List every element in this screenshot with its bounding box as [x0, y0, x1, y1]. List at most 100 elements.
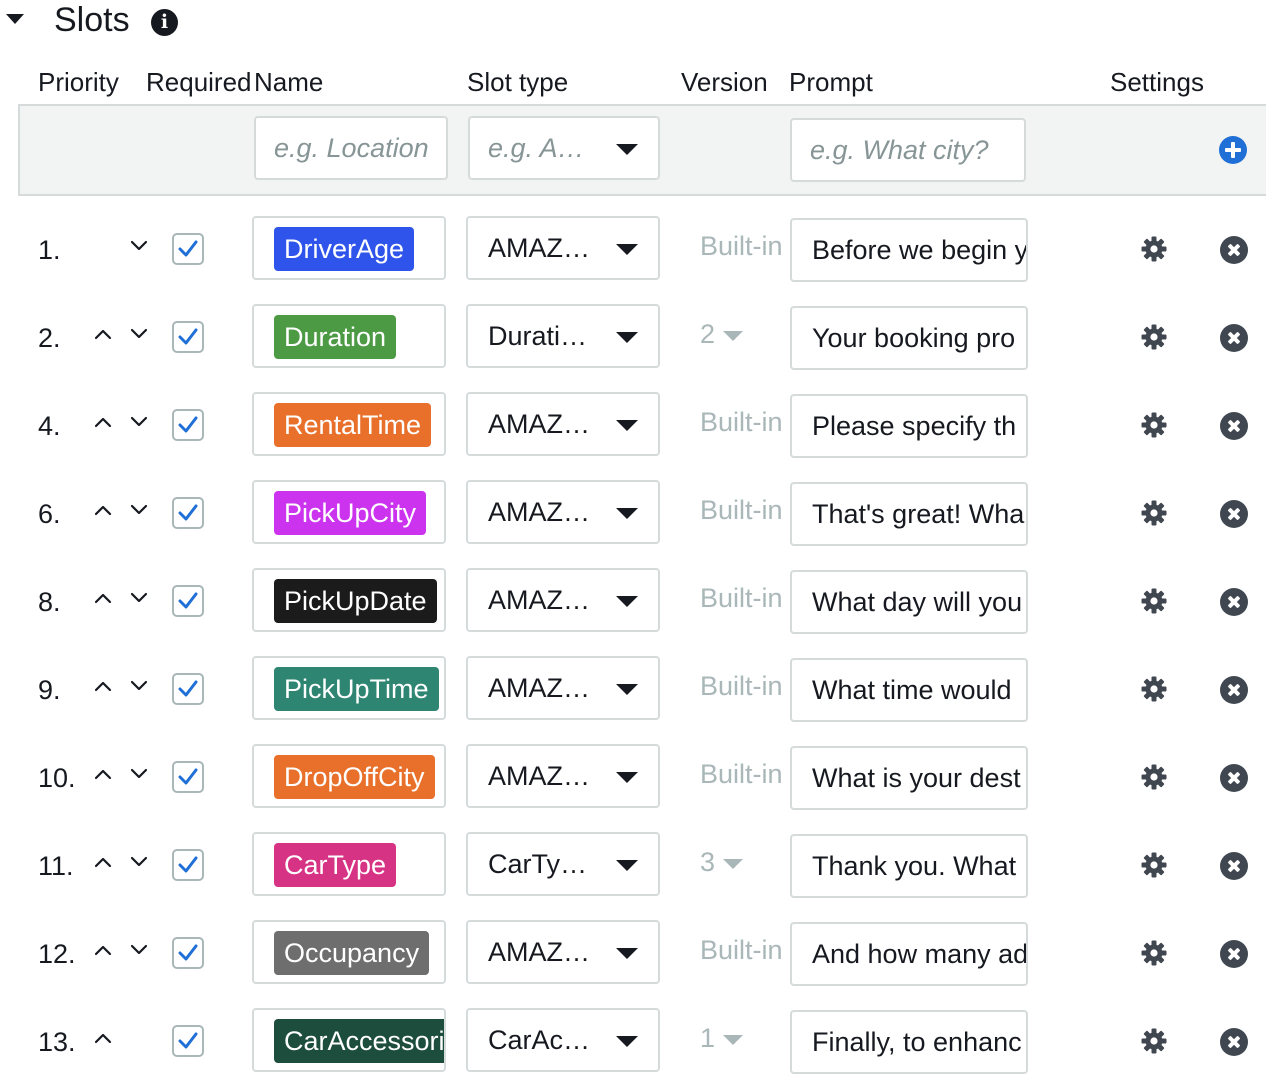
remove-circle-icon[interactable]: [1220, 236, 1248, 264]
slot-name-field[interactable]: RentalTime: [252, 392, 446, 456]
gear-icon[interactable]: [1140, 1027, 1168, 1055]
info-icon[interactable]: i: [151, 9, 178, 36]
move-up-chevron-icon[interactable]: [94, 416, 112, 432]
slot-version: Built-in: [700, 670, 783, 702]
slot-name-field[interactable]: Occupancy: [252, 920, 446, 984]
required-checkbox[interactable]: [172, 233, 204, 265]
new-slot-type-select[interactable]: e.g. A…: [468, 116, 660, 180]
move-down-chevron-icon[interactable]: [130, 856, 148, 872]
slot-name-field[interactable]: CarAccessories: [252, 1008, 446, 1072]
column-header-prompt: Prompt: [789, 67, 873, 97]
required-checkbox[interactable]: [172, 321, 204, 353]
move-down-chevron-icon[interactable]: [130, 328, 148, 344]
gear-icon[interactable]: [1140, 235, 1168, 263]
gear-icon[interactable]: [1140, 499, 1168, 527]
move-down-chevron-icon[interactable]: [130, 768, 148, 784]
slot-prompt-input[interactable]: Please specify th: [790, 394, 1028, 458]
slot-name-field[interactable]: PickUpTime: [252, 656, 446, 720]
slot-type-select[interactable]: CarAc…: [466, 1008, 660, 1072]
remove-circle-icon[interactable]: [1220, 764, 1248, 792]
new-slot-prompt-input[interactable]: e.g. What city?: [790, 118, 1026, 182]
gear-icon[interactable]: [1140, 763, 1168, 791]
slots-section-header[interactable]: Slots i: [0, 0, 400, 44]
remove-circle-icon[interactable]: [1220, 324, 1248, 352]
gear-icon[interactable]: [1140, 587, 1168, 615]
move-up-chevron-icon[interactable]: [94, 944, 112, 960]
slot-type-select[interactable]: AMAZ…: [466, 216, 660, 280]
remove-circle-icon[interactable]: [1220, 588, 1248, 616]
move-down-chevron-icon[interactable]: [130, 504, 148, 520]
move-down-chevron-icon[interactable]: [130, 680, 148, 696]
gear-icon[interactable]: [1140, 851, 1168, 879]
move-up-chevron-icon[interactable]: [94, 856, 112, 872]
slot-version[interactable]: 2: [700, 318, 744, 350]
slot-row: 4. RentalTime AMAZ… Built-in Please specify …: [0, 392, 1266, 480]
slot-type-select[interactable]: AMAZ…: [466, 656, 660, 720]
remove-circle-icon[interactable]: [1220, 1028, 1248, 1056]
remove-circle-icon[interactable]: [1220, 852, 1248, 880]
move-down-chevron-icon[interactable]: [130, 416, 148, 432]
version-dropdown-arrow-icon[interactable]: [723, 1034, 744, 1045]
slot-prompt-input[interactable]: Thank you. What: [790, 834, 1028, 898]
version-dropdown-arrow-icon[interactable]: [723, 330, 744, 341]
slot-prompt-input[interactable]: What is your dest: [790, 746, 1028, 810]
slot-type-select[interactable]: AMAZ…: [466, 392, 660, 456]
required-checkbox[interactable]: [172, 761, 204, 793]
move-up-chevron-icon[interactable]: [94, 328, 112, 344]
slot-name-field[interactable]: PickUpCity: [252, 480, 446, 544]
plus-circle-icon[interactable]: [1219, 136, 1247, 164]
move-up-chevron-icon[interactable]: [94, 768, 112, 784]
remove-circle-icon[interactable]: [1220, 500, 1248, 528]
slot-prompt-text: What time would: [812, 675, 1012, 705]
slot-type-select[interactable]: AMAZ…: [466, 744, 660, 808]
slot-priority: 10.: [38, 763, 76, 793]
slot-name-field[interactable]: DriverAge: [252, 216, 446, 280]
remove-circle-icon[interactable]: [1220, 940, 1248, 968]
new-slot-name-input[interactable]: e.g. Location: [254, 116, 448, 180]
move-up-chevron-icon[interactable]: [94, 592, 112, 608]
gear-icon[interactable]: [1140, 323, 1168, 351]
slot-type-select[interactable]: AMAZ…: [466, 920, 660, 984]
slot-type-select[interactable]: AMAZ…: [466, 568, 660, 632]
required-checkbox[interactable]: [172, 585, 204, 617]
move-down-chevron-icon[interactable]: [130, 240, 148, 256]
slot-type-select[interactable]: CarTy…: [466, 832, 660, 896]
slot-prompt-input[interactable]: And how many ad: [790, 922, 1028, 986]
slot-row: 10. DropOffCity AMAZ… Built-in What is your …: [0, 744, 1266, 832]
move-down-chevron-icon[interactable]: [130, 592, 148, 608]
remove-circle-icon[interactable]: [1220, 676, 1248, 704]
slot-prompt-input[interactable]: Finally, to enhanc: [790, 1010, 1028, 1074]
gear-icon[interactable]: [1140, 675, 1168, 703]
slot-prompt-text: Thank you. What: [812, 851, 1017, 881]
slot-prompt-input[interactable]: That's great! Wha: [790, 482, 1028, 546]
slot-name-field[interactable]: PickUpDate: [252, 568, 446, 632]
slot-prompt-input[interactable]: Before we begin y: [790, 218, 1028, 282]
slot-name-field[interactable]: CarType: [252, 832, 446, 896]
required-checkbox[interactable]: [172, 1025, 204, 1057]
slot-version[interactable]: 3: [700, 846, 744, 878]
slot-priority: 12.: [38, 939, 76, 969]
slot-name-field[interactable]: DropOffCity: [252, 744, 446, 808]
required-checkbox[interactable]: [172, 673, 204, 705]
required-checkbox[interactable]: [172, 409, 204, 441]
slot-type-select[interactable]: AMAZ…: [466, 480, 660, 544]
move-down-chevron-icon[interactable]: [130, 944, 148, 960]
remove-circle-icon[interactable]: [1220, 412, 1248, 440]
slot-type-select[interactable]: Durati…: [466, 304, 660, 368]
slot-name-field[interactable]: Duration: [252, 304, 446, 368]
slot-version[interactable]: 1: [700, 1022, 744, 1054]
slot-prompt-input[interactable]: Your booking pro: [790, 306, 1028, 370]
gear-icon[interactable]: [1140, 411, 1168, 439]
required-checkbox[interactable]: [172, 497, 204, 529]
caret-down-icon[interactable]: [6, 14, 24, 24]
slot-priority: 4.: [38, 411, 61, 441]
required-checkbox[interactable]: [172, 937, 204, 969]
slot-prompt-input[interactable]: What time would: [790, 658, 1028, 722]
move-up-chevron-icon[interactable]: [94, 680, 112, 696]
slot-prompt-input[interactable]: What day will you: [790, 570, 1028, 634]
version-dropdown-arrow-icon[interactable]: [723, 858, 744, 869]
move-up-chevron-icon[interactable]: [94, 504, 112, 520]
required-checkbox[interactable]: [172, 849, 204, 881]
move-up-chevron-icon[interactable]: [94, 1032, 112, 1048]
gear-icon[interactable]: [1140, 939, 1168, 967]
